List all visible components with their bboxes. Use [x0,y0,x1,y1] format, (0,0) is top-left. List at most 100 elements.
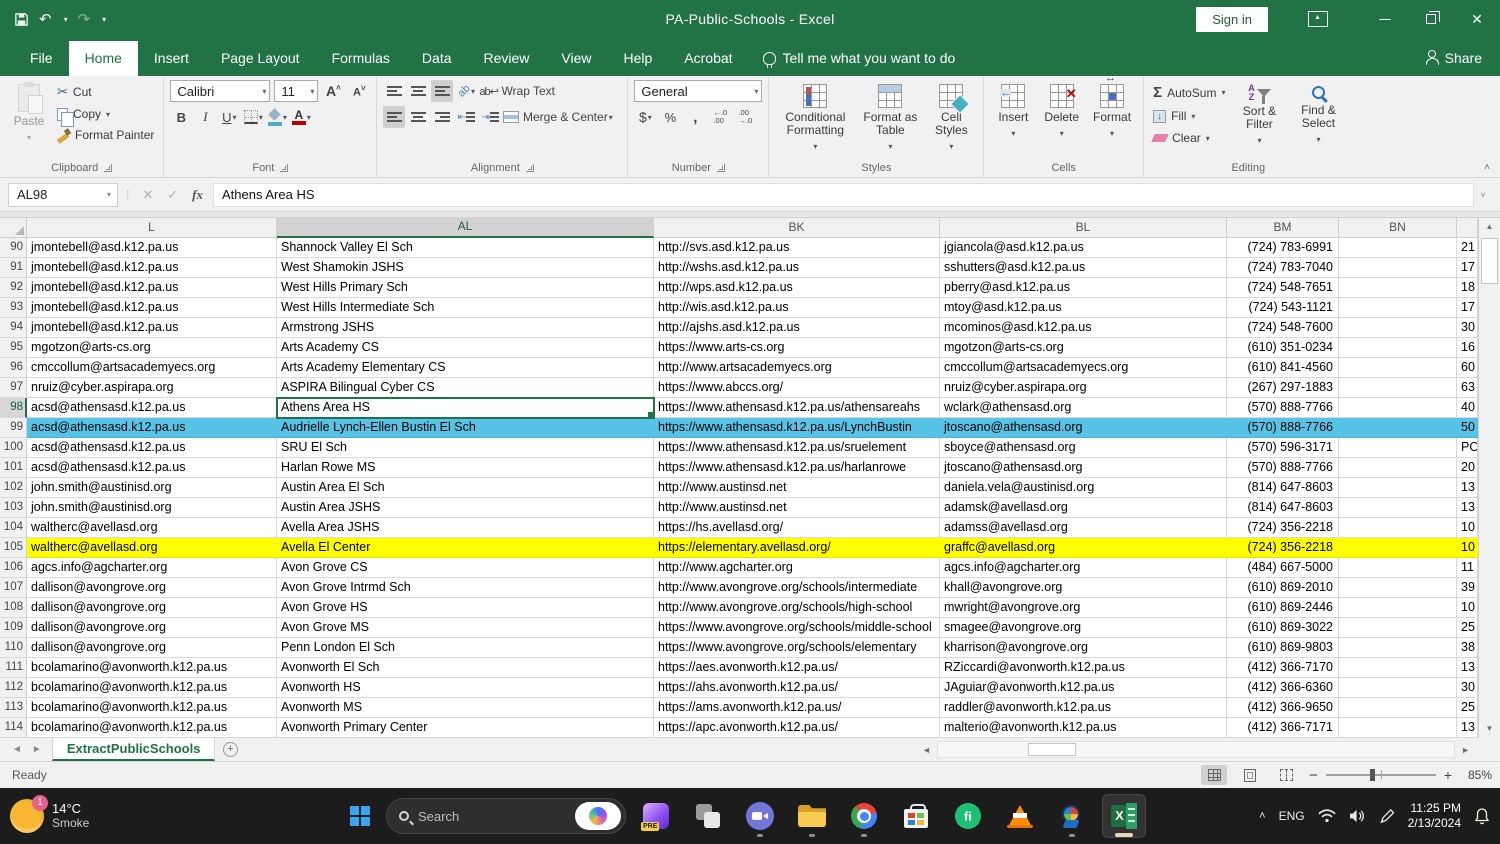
cell[interactable]: mgotzon@arts-cs.org [27,338,277,358]
save-icon[interactable] [14,12,29,27]
cell[interactable]: acsd@athensasd.k12.pa.us [27,398,277,418]
cell[interactable]: pberry@asd.k12.pa.us [940,278,1227,298]
notifications-bell-icon[interactable] [1474,808,1490,825]
tab-formulas[interactable]: Formulas [316,41,406,76]
paste-dropdown-icon[interactable]: ▾ [27,131,31,144]
orientation-button[interactable]: ab▾ [455,80,477,102]
taskbar-app-chat[interactable] [738,794,782,838]
delete-cells-button[interactable]: Delete▾ [1038,80,1085,142]
cell[interactable]: 18 [1457,278,1478,298]
cell[interactable]: dallison@avongrove.org [27,578,277,598]
wrap-text-button[interactable]: ab↩ Wrap Text [479,80,565,102]
cell[interactable]: West Hills Intermediate Sch [277,298,654,318]
name-box-splitter[interactable]: ⁞ [118,188,138,202]
cell[interactable]: (412) 366-7171 [1227,718,1339,738]
column-header-BN[interactable]: BN [1339,218,1457,238]
cell[interactable]: (610) 869-3022 [1227,618,1339,638]
cell[interactable]: jmontebell@asd.k12.pa.us [27,298,277,318]
cell[interactable]: 20 [1457,458,1478,478]
cell[interactable]: jmontebell@asd.k12.pa.us [27,318,277,338]
row-header-113[interactable]: 113 [0,698,27,718]
cell[interactable]: SRU El Sch [277,438,654,458]
copilot-icon[interactable] [575,802,621,830]
column-header-AL[interactable]: AL [277,218,654,238]
cell[interactable]: 63 [1457,378,1478,398]
customize-qat-icon[interactable]: ▾ [102,15,106,24]
cell[interactable]: https://www.abccs.org/ [654,378,940,398]
cell[interactable]: raddler@avonworth.k12.pa.us [940,698,1227,718]
cell[interactable]: PO [1457,438,1478,458]
cell[interactable]: 10 [1457,518,1478,538]
cell[interactable]: Avonworth Primary Center [277,718,654,738]
normal-view-button[interactable] [1201,765,1227,785]
cell[interactable]: Avon Grove CS [277,558,654,578]
cell[interactable]: http://www.artsacademyecs.org [654,358,940,378]
cell[interactable]: http://wis.asd.k12.pa.us [654,298,940,318]
undo-button[interactable]: ↶ [39,10,52,28]
cell[interactable]: 11 [1457,558,1478,578]
sheet-nav-left-icon[interactable]: ◄ [12,744,22,755]
cell[interactable]: Austin Area JSHS [277,498,654,518]
cell[interactable]: (610) 351-0234 [1227,338,1339,358]
tab-home[interactable]: Home [69,41,138,76]
cell[interactable]: Avonworth El Sch [277,658,654,678]
cell[interactable]: https://hs.avellasd.org/ [654,518,940,538]
cell[interactable] [1339,718,1457,738]
taskbar-app-file-explorer[interactable] [790,794,834,838]
cell[interactable]: dallison@avongrove.org [27,598,277,618]
cell[interactable]: http://www.agcharter.org [654,558,940,578]
cell[interactable]: (724) 783-6991 [1227,238,1339,258]
row-header-112[interactable]: 112 [0,678,27,698]
cell[interactable] [1339,338,1457,358]
cell[interactable]: (412) 366-6360 [1227,678,1339,698]
cell[interactable]: West Hills Primary Sch [277,278,654,298]
cell[interactable]: https://www.athensasd.k12.pa.us/LynchBus… [654,418,940,438]
cell[interactable] [1339,378,1457,398]
minimize-button[interactable] [1362,0,1408,38]
tab-data[interactable]: Data [406,41,468,76]
row-header-110[interactable]: 110 [0,638,27,658]
cell[interactable]: Avella El Center [277,538,654,558]
align-right-button[interactable] [431,106,453,128]
tray-overflow-icon[interactable]: ˄ [1259,810,1265,822]
zoom-slider-thumb[interactable] [1370,769,1375,781]
cell[interactable]: http://svs.asd.k12.pa.us [654,238,940,258]
cell[interactable] [1339,598,1457,618]
cell[interactable]: mtoy@asd.k12.pa.us [940,298,1227,318]
cell[interactable]: smagee@avongrove.org [940,618,1227,638]
cell[interactable]: 21 [1457,238,1478,258]
wifi-icon[interactable] [1318,809,1336,823]
cell[interactable] [1339,658,1457,678]
taskbar-app-vlc[interactable] [998,794,1042,838]
cell[interactable]: (610) 869-9803 [1227,638,1339,658]
cell[interactable]: (814) 647-8603 [1227,498,1339,518]
cell[interactable]: https://www.avongrove.org/schools/middle… [654,618,940,638]
align-left-button[interactable] [383,106,405,128]
cell[interactable]: bcolamarino@avonworth.k12.pa.us [27,678,277,698]
column-header-BM[interactable]: BM [1227,218,1339,238]
scroll-down-icon[interactable]: ▼ [1479,720,1500,738]
vertical-scrollbar[interactable]: ▲ ▼ [1478,218,1500,738]
clipboard-dialog-launcher-icon[interactable] [104,164,112,172]
cell[interactable]: http://ajshs.asd.k12.pa.us [654,318,940,338]
cell[interactable]: 25 [1457,618,1478,638]
cell[interactable]: (267) 297-1883 [1227,378,1339,398]
taskbar-app-bluestacks[interactable] [1050,794,1094,838]
taskbar-app-excel-active[interactable]: X [1102,794,1146,838]
sort-filter-button[interactable]: AZ Sort & Filter▾ [1230,80,1288,149]
close-button[interactable]: ✕ [1454,0,1500,38]
autosum-button[interactable]: ΣAutoSum▾ [1150,82,1228,103]
cell[interactable]: dallison@avongrove.org [27,638,277,658]
cell[interactable]: https://www.athensasd.k12.pa.us/athensar… [654,398,940,418]
cell[interactable]: mcominos@asd.k12.pa.us [940,318,1227,338]
tab-insert[interactable]: Insert [138,41,205,76]
collapse-ribbon-icon[interactable]: ˄ [1484,162,1490,173]
sign-in-button[interactable]: Sign in [1196,7,1268,32]
cell[interactable] [1339,638,1457,658]
cell[interactable]: 30 [1457,318,1478,338]
cell[interactable]: 13 [1457,718,1478,738]
row-header-114[interactable]: 114 [0,718,27,738]
cell[interactable]: Avonworth HS [277,678,654,698]
cell[interactable]: (724) 548-7651 [1227,278,1339,298]
cell[interactable]: (412) 366-7170 [1227,658,1339,678]
